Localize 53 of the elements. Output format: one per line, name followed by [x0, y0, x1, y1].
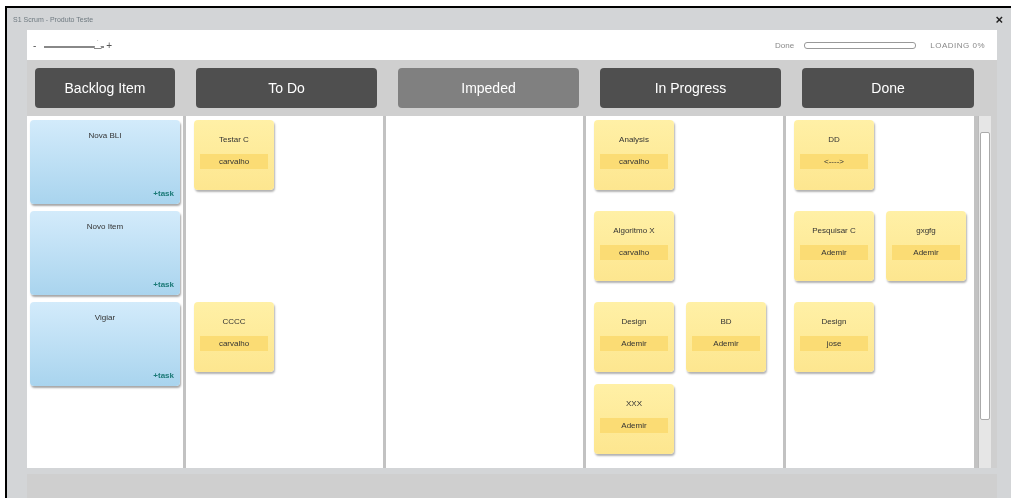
- backlog-title: Novo Item: [86, 222, 124, 231]
- add-task-link[interactable]: +task: [153, 189, 174, 198]
- task-card[interactable]: Analysis carvalho: [594, 120, 674, 190]
- loading-label: LOADING 0%: [930, 40, 985, 50]
- task-card[interactable]: Algoritmo X carvalho: [594, 211, 674, 281]
- assignee-label: Ademir: [692, 336, 760, 351]
- task-title: XXX: [626, 398, 642, 410]
- assignee-label: carvalho: [600, 245, 668, 260]
- backlog-card[interactable]: Vigiar +task: [30, 302, 180, 386]
- assignee-label: carvalho: [200, 336, 268, 351]
- task-title: Pesquisar C: [812, 225, 856, 237]
- task-title: Testar C: [219, 134, 249, 146]
- task-title: Analysis: [619, 134, 649, 146]
- zoom-out-button[interactable]: -: [33, 39, 37, 51]
- task-title: DD: [828, 134, 840, 146]
- task-card[interactable]: BD Ademir: [686, 302, 766, 372]
- task-title: Design: [821, 316, 847, 328]
- close-button[interactable]: ×: [995, 11, 1003, 27]
- backlog-card[interactable]: Nova BLI +task: [30, 120, 180, 204]
- backlog-title: Nova BLI: [88, 131, 122, 140]
- task-card[interactable]: Testar C carvalho: [194, 120, 274, 190]
- task-card[interactable]: Design jose: [794, 302, 874, 372]
- task-card[interactable]: Pesquisar C Ademir: [794, 211, 874, 281]
- column-header: Done: [802, 68, 974, 108]
- add-task-link[interactable]: +task: [153, 371, 174, 380]
- task-title: Design: [621, 316, 647, 328]
- zoom-in-button[interactable]: +: [106, 39, 113, 51]
- backlog-card[interactable]: Novo Item +task: [30, 211, 180, 295]
- task-card[interactable]: Design Ademir: [594, 302, 674, 372]
- task-title: CCCC: [222, 316, 246, 328]
- assignee-label: carvalho: [200, 154, 268, 169]
- assignee-label: Ademir: [800, 245, 868, 260]
- task-title: Algoritmo X: [613, 225, 655, 237]
- column-header: To Do: [196, 68, 377, 108]
- task-title: gxgfg: [916, 225, 936, 237]
- task-card[interactable]: gxgfg Ademir: [886, 211, 966, 281]
- column-header: Backlog Item: [35, 68, 175, 108]
- task-card[interactable]: CCCC carvalho: [194, 302, 274, 372]
- scrollbar[interactable]: [978, 116, 991, 468]
- assignee-label: jose: [800, 336, 868, 351]
- backlog-title: Vigiar: [94, 313, 116, 322]
- assignee-label: Ademir: [892, 245, 960, 260]
- task-card[interactable]: XXX Ademir: [594, 384, 674, 454]
- column-header: Impeded: [398, 68, 579, 108]
- add-task-link[interactable]: +task: [153, 280, 174, 289]
- progress-label: Done: [775, 40, 795, 50]
- assignee-label: carvalho: [600, 154, 668, 169]
- assignee-label: <---->: [800, 154, 868, 169]
- column-header: In Progress: [600, 68, 781, 108]
- assignee-label: Ademir: [600, 418, 668, 433]
- task-title: BD: [720, 316, 732, 328]
- task-card[interactable]: DD <---->: [794, 120, 874, 190]
- assignee-label: Ademir: [600, 336, 668, 351]
